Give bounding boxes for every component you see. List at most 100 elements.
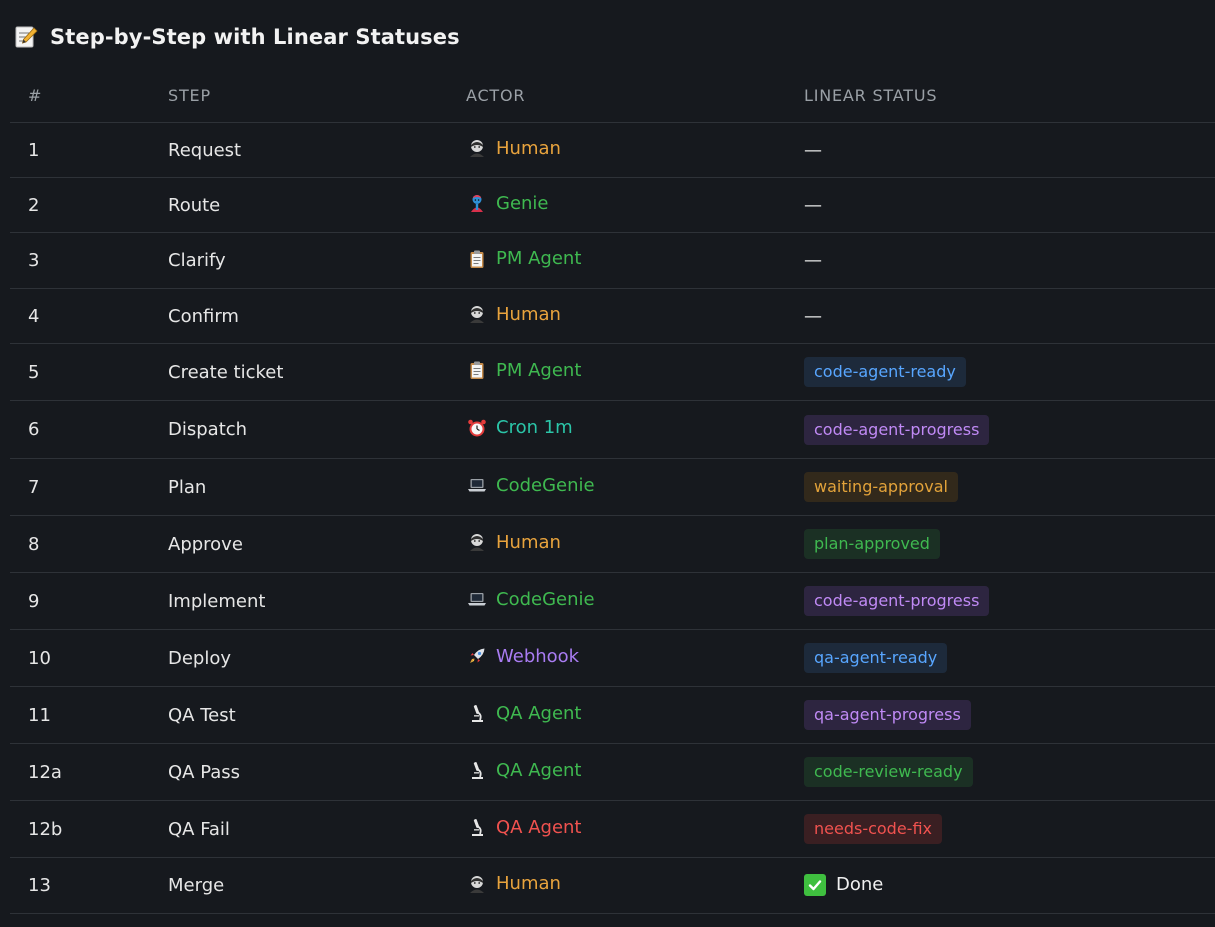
cell-step-name: QA Pass xyxy=(150,743,448,801)
status-empty: — xyxy=(804,250,822,271)
microscope-icon xyxy=(466,816,488,838)
cell-actor: Webhook xyxy=(448,629,786,687)
person-icon xyxy=(466,303,488,325)
person-icon xyxy=(466,873,488,895)
actor-label: CodeGenie xyxy=(466,588,595,610)
page-title: Step-by-Step with Linear Statuses xyxy=(50,25,460,49)
alarm-clock-icon xyxy=(466,417,488,439)
cell-linear-status: Done xyxy=(786,857,1215,914)
table-row: 7 Plan CodeGenie waiting-approval xyxy=(10,458,1215,516)
cell-linear-status: code-agent-ready xyxy=(786,343,1215,401)
actor-label: Cron 1m xyxy=(466,417,573,439)
table-row: 12a QA Pass QA Agent code-review-ready xyxy=(10,743,1215,801)
cell-step-name: Deploy xyxy=(150,629,448,687)
table-row: 3 Clarify PM Agent — xyxy=(10,232,1215,289)
table-row: 2 Route Genie — xyxy=(10,177,1215,233)
clipboard-icon xyxy=(466,359,488,381)
column-header-number: # xyxy=(10,69,150,123)
table-row: 11 QA Test QA Agent qa-agent-progress xyxy=(10,686,1215,744)
table-row: 12b QA Fail QA Agent needs-code-fix xyxy=(10,800,1215,858)
status-badge: code-agent-progress xyxy=(804,414,990,445)
actor-label: Human xyxy=(466,303,561,325)
person-icon xyxy=(466,137,488,159)
actor-name: QA Agent xyxy=(496,816,582,838)
cell-step-name: Request xyxy=(150,122,448,178)
cell-linear-status: code-review-ready xyxy=(786,743,1215,801)
actor-name: Human xyxy=(496,303,561,325)
cell-actor: Human xyxy=(448,122,786,178)
cell-actor: PM Agent xyxy=(448,343,786,401)
table-row: 8 Approve Human plan-approved xyxy=(10,515,1215,573)
cell-step-number: 5 xyxy=(10,343,150,401)
cell-actor: CodeGenie xyxy=(448,572,786,630)
cell-step-name: Route xyxy=(150,177,448,233)
status-badge: needs-code-fix xyxy=(804,814,942,844)
actor-name: Genie xyxy=(496,192,549,214)
table-row: 13 Merge Human Done xyxy=(10,857,1215,914)
cell-step-number: 2 xyxy=(10,177,150,233)
cell-step-number: 4 xyxy=(10,288,150,344)
table-header-row: # STEP ACTOR LINEAR STATUS xyxy=(10,69,1215,123)
status-badge: code-agent-ready xyxy=(804,357,966,387)
status-badge: qa-agent-progress xyxy=(804,700,971,730)
cell-step-name: QA Test xyxy=(150,686,448,744)
column-header-actor: ACTOR xyxy=(448,69,786,123)
actor-name: Cron 1m xyxy=(496,417,573,438)
cell-step-number: 11 xyxy=(10,686,150,744)
steps-table: # STEP ACTOR LINEAR STATUS 1 Request Human… xyxy=(10,69,1215,914)
status-badge: code-agent-progress xyxy=(804,586,990,616)
actor-label: CodeGenie xyxy=(466,474,595,496)
actor-name: QA Agent xyxy=(496,759,582,781)
microscope-icon xyxy=(466,702,488,724)
actor-label: QA Agent xyxy=(466,702,581,724)
actor-label: Genie xyxy=(466,192,549,214)
cell-linear-status: code-agent-progress xyxy=(786,400,1215,459)
status-badge: plan-approved xyxy=(804,529,940,559)
cell-step-number: 7 xyxy=(10,458,150,516)
column-header-step: STEP xyxy=(150,69,448,123)
table-row: 4 Confirm Human — xyxy=(10,288,1215,344)
actor-label: Human xyxy=(466,531,561,553)
rocket-icon xyxy=(466,645,488,667)
page-title-row: Step-by-Step with Linear Statuses xyxy=(12,22,460,52)
status-done: Done xyxy=(804,873,884,896)
status-empty: — xyxy=(804,305,822,327)
actor-label: PM Agent xyxy=(466,359,581,381)
person-icon xyxy=(466,531,488,553)
cell-linear-status: — xyxy=(786,177,1215,233)
cell-step-number: 12a xyxy=(10,743,150,801)
page: Step-by-Step with Linear Statuses # STEP… xyxy=(0,0,1215,927)
cell-linear-status: plan-approved xyxy=(786,515,1215,573)
actor-name: PM Agent xyxy=(496,248,582,269)
cell-step-number: 6 xyxy=(10,400,150,459)
actor-name: PM Agent xyxy=(496,359,582,381)
cell-step-number: 13 xyxy=(10,857,150,914)
actor-name: CodeGenie xyxy=(496,474,595,496)
cell-step-number: 12b xyxy=(10,800,150,858)
cell-linear-status: needs-code-fix xyxy=(786,800,1215,858)
laptop-icon xyxy=(466,588,488,610)
cell-step-name: Confirm xyxy=(150,288,448,344)
cell-step-name: Approve xyxy=(150,515,448,573)
cell-linear-status: code-agent-progress xyxy=(786,572,1215,630)
cell-actor: Genie xyxy=(448,177,786,233)
cell-step-number: 3 xyxy=(10,232,150,289)
cell-actor: QA Agent xyxy=(448,800,786,858)
genie-icon xyxy=(466,192,488,214)
column-header-linear-status: LINEAR STATUS xyxy=(786,69,1215,123)
cell-actor: PM Agent xyxy=(448,232,786,289)
cell-actor: QA Agent xyxy=(448,686,786,744)
table-row: 9 Implement CodeGenie code-agent-progress xyxy=(10,572,1215,630)
clipboard-icon xyxy=(466,248,488,270)
laptop-icon xyxy=(466,474,488,496)
cell-step-number: 9 xyxy=(10,572,150,630)
actor-label: Human xyxy=(466,137,561,159)
status-done-label: Done xyxy=(836,874,884,895)
cell-step-name: Clarify xyxy=(150,232,448,289)
cell-linear-status: qa-agent-progress xyxy=(786,686,1215,744)
memo-icon xyxy=(12,23,40,51)
cell-actor: CodeGenie xyxy=(448,458,786,516)
cell-step-name: Merge xyxy=(150,857,448,914)
status-badge: waiting-approval xyxy=(804,472,958,502)
cell-step-name: Create ticket xyxy=(150,343,448,401)
